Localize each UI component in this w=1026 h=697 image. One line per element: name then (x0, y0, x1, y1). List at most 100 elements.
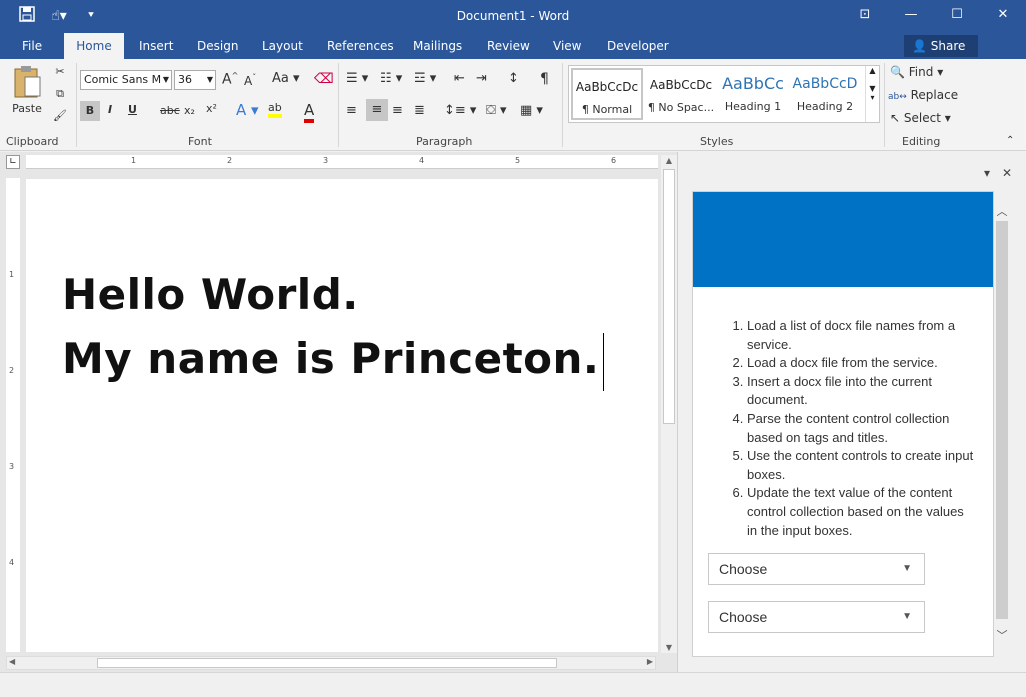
bullets-icon[interactable]: ☰ ▾ (346, 71, 368, 86)
document-body[interactable]: Hello World. My name is Princeton. (62, 263, 605, 391)
chevron-down-icon: ▼ (902, 563, 912, 574)
highlight-button[interactable]: ab (268, 101, 282, 118)
borders-icon[interactable]: ▦ ▾ (520, 103, 543, 118)
document-page[interactable]: Hello World. My name is Princeton. (26, 179, 658, 652)
select-button[interactable]: ↖ Select ▾ (890, 111, 951, 125)
align-center-icon[interactable]: ≡ (366, 99, 388, 121)
change-case-button[interactable]: Aa ▾ (272, 71, 300, 86)
scroll-thumb[interactable] (663, 169, 675, 424)
bold-button[interactable]: B (80, 101, 100, 121)
sort-icon[interactable]: ↕ (508, 71, 519, 86)
paragraph-group-label: Paragraph (416, 135, 473, 148)
minimize-button[interactable]: — (888, 0, 934, 30)
pane-options-icon[interactable]: ▾ (984, 166, 990, 180)
tab-home[interactable]: Home (64, 33, 124, 59)
numbering-icon[interactable]: ☷ ▾ (380, 71, 402, 86)
shrink-font-button[interactable]: Aˇ (244, 73, 256, 88)
replace-icon: ab↔ (888, 92, 907, 102)
tab-review[interactable]: Review (477, 33, 540, 59)
line-spacing-icon[interactable]: ↕≡ ▾ (444, 103, 476, 118)
list-item: Update the text value of the content con… (747, 484, 975, 540)
shading-icon[interactable]: ⛋ ▾ (486, 103, 507, 118)
task-pane-scrollbar[interactable]: ︿ ﹀ (994, 191, 1010, 657)
style-heading-1[interactable]: AaBbCc Heading 1 (717, 68, 789, 120)
collapse-ribbon-icon[interactable]: ⌃ (1006, 135, 1014, 146)
tab-layout[interactable]: Layout (252, 33, 313, 59)
document-vertical-scrollbar[interactable]: ▲ ▼ (661, 155, 677, 653)
scroll-thumb[interactable] (97, 658, 557, 668)
paste-button[interactable]: Paste (10, 65, 44, 127)
group-divider (884, 63, 885, 147)
scroll-down-icon[interactable]: ﹀ (994, 627, 1010, 643)
scroll-down-icon[interactable]: ▼ (661, 643, 677, 652)
tab-file[interactable]: File (12, 33, 52, 59)
document-horizontal-scrollbar[interactable]: ◀ ▶ (6, 656, 656, 670)
scroll-right-icon[interactable]: ▶ (647, 657, 653, 666)
replace-button[interactable]: ab↔ Replace (888, 88, 958, 102)
font-name-value: Comic Sans M (84, 73, 162, 86)
font-color-button[interactable]: A (304, 101, 315, 123)
scroll-left-icon[interactable]: ◀ (9, 657, 15, 666)
justify-icon[interactable]: ≣ (414, 103, 425, 118)
decrease-indent-icon[interactable]: ⇤ (454, 71, 465, 86)
underline-button[interactable]: U (128, 103, 137, 116)
add-in-banner (693, 192, 993, 287)
subscript-button[interactable]: x₂ (184, 104, 195, 117)
share-button[interactable]: 👤 Share (904, 35, 978, 57)
task-pane: ▾ ✕ Load a list of docx file names from … (677, 152, 1026, 672)
find-button[interactable]: 🔍 Find ▾ (890, 65, 943, 79)
style-heading-2[interactable]: AaBbCcD Heading 2 (789, 68, 861, 120)
font-size-combo[interactable]: 36 ▼ (174, 70, 216, 90)
font-group-label: Font (188, 135, 212, 148)
list-item: Insert a docx file into the current docu… (747, 373, 975, 410)
scroll-up-icon[interactable]: ▲ (661, 156, 677, 165)
strikethrough-button[interactable]: abc (160, 104, 180, 117)
align-left-icon[interactable]: ≡ (346, 103, 357, 118)
clipboard-group-label: Clipboard (6, 135, 59, 148)
format-painter-icon[interactable]: 🖌 (52, 109, 68, 122)
font-name-combo[interactable]: Comic Sans M ▼ (80, 70, 172, 90)
styles-group-label: Styles (700, 135, 734, 148)
scroll-up-icon[interactable]: ︿ (994, 203, 1010, 219)
window-controls: ⊡ — ☐ ✕ (842, 0, 1026, 30)
status-bar (0, 672, 1026, 697)
close-button[interactable]: ✕ (980, 0, 1026, 30)
style-no-spacing[interactable]: AaBbCcDc ¶ No Spac... (645, 68, 717, 120)
share-label: Share (930, 39, 966, 53)
horizontal-ruler[interactable]: 1 2 3 4 5 6 (26, 155, 658, 169)
pane-close-icon[interactable]: ✕ (1002, 166, 1012, 180)
copy-icon[interactable]: ⧉ (52, 87, 68, 101)
title-bar: ☝▾ ⯆ Document1 - Word ⊡ — ☐ ✕ (0, 0, 1026, 33)
group-divider (562, 63, 563, 147)
tab-mailings[interactable]: Mailings (403, 33, 472, 59)
tab-view[interactable]: View (543, 33, 591, 59)
tab-insert[interactable]: Insert (129, 33, 183, 59)
cut-icon[interactable]: ✂ (52, 65, 68, 78)
increase-indent-icon[interactable]: ⇥ (476, 71, 487, 86)
tab-developer[interactable]: Developer (597, 33, 679, 59)
superscript-button[interactable]: x² (206, 102, 217, 115)
text-effects-button[interactable]: A ▾ (236, 101, 259, 119)
maximize-button[interactable]: ☐ (934, 0, 980, 30)
tab-design[interactable]: Design (187, 33, 248, 59)
person-icon: 👤 (912, 39, 927, 53)
style-normal[interactable]: AaBbCcDc ¶ Normal (571, 68, 643, 120)
styles-gallery-scroll[interactable]: ▲ ▼ ▾ (865, 66, 879, 122)
scroll-thumb[interactable] (996, 221, 1008, 619)
file-select-dropdown[interactable]: Choose ▼ (708, 553, 925, 585)
grow-font-button[interactable]: A^ (222, 71, 238, 88)
group-divider (76, 63, 77, 147)
show-formatting-button[interactable]: ¶ (540, 71, 549, 87)
multilevel-list-icon[interactable]: ☲ ▾ (414, 71, 436, 86)
tab-references[interactable]: References (317, 33, 404, 59)
italic-button[interactable]: I (108, 103, 112, 116)
content-control-dropdown[interactable]: Choose ▼ (708, 601, 925, 633)
tab-selector[interactable]: ∟ (6, 155, 20, 169)
dropdown-value: Choose (719, 561, 768, 577)
search-icon: 🔍 (890, 65, 905, 79)
vertical-ruler[interactable]: 1 2 3 4 (6, 178, 20, 652)
clear-formatting-icon[interactable]: ⌫ (314, 71, 334, 87)
ribbon-display-options-button[interactable]: ⊡ (842, 0, 888, 30)
paste-label: Paste (12, 102, 42, 115)
align-right-icon[interactable]: ≡ (392, 103, 403, 118)
